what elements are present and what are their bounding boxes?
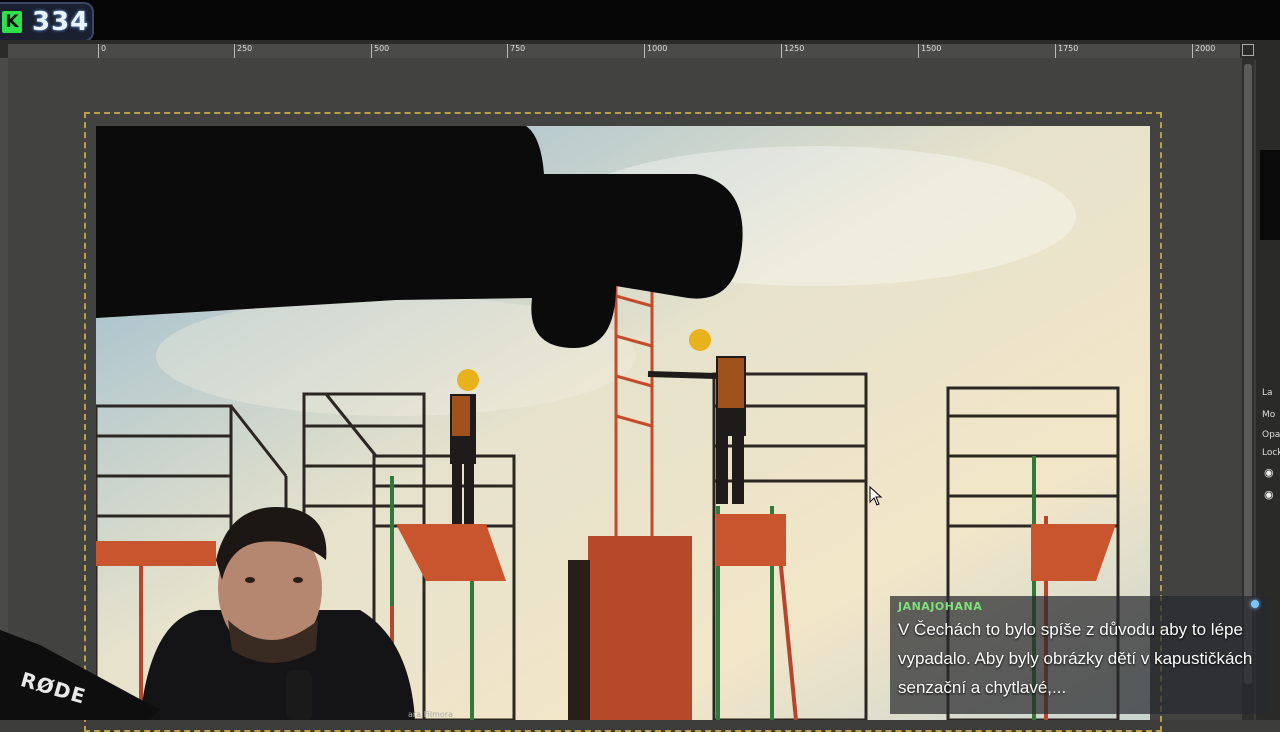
viewer-count-badge: K 334 [0, 2, 94, 42]
chat-status-dot-icon [1251, 600, 1259, 608]
ruler-label: 1000 [647, 44, 668, 53]
panel-preview [1260, 150, 1280, 240]
stream-top-bar [0, 0, 1280, 40]
layers-tab-label[interactable]: La [1262, 388, 1280, 398]
scrollbar-thumb[interactable] [1244, 64, 1252, 684]
hand-silhouette [96, 126, 743, 348]
eye-icon[interactable]: ◉ [1264, 467, 1278, 478]
ruler-label: 500 [374, 44, 390, 53]
ruler-label: 2000 [1195, 44, 1216, 53]
mode-label: Mo [1262, 410, 1276, 420]
lock-label: Lock: [1262, 448, 1280, 458]
video-credit-text: ara Filmora [408, 710, 453, 719]
viewer-count: 334 [32, 7, 90, 37]
ruler-label: 250 [237, 44, 253, 53]
opacity-label: Opa [1262, 430, 1280, 440]
ruler-corner-button[interactable] [1242, 44, 1254, 56]
ruler-label: 1500 [921, 44, 942, 53]
eye-icon[interactable]: ◉ [1264, 489, 1278, 500]
ruler-label: 1250 [784, 44, 805, 53]
kick-logo: K [2, 11, 22, 33]
ruler-label: 0 [101, 44, 107, 53]
ruler-label: 1750 [1058, 44, 1079, 53]
chat-username: JANAJOHANA [898, 600, 983, 613]
chat-message-text: V Čechách to bylo spíše z důvodu aby to … [898, 620, 1253, 697]
chat-message-overlay: JANAJOHANA V Čechách to bylo spíše z dův… [890, 596, 1270, 714]
mouse-cursor-icon [869, 486, 883, 506]
horizontal-ruler[interactable]: 0 250 500 750 1000 1250 1500 1750 2000 [8, 44, 1240, 59]
ruler-label: 750 [510, 44, 526, 53]
